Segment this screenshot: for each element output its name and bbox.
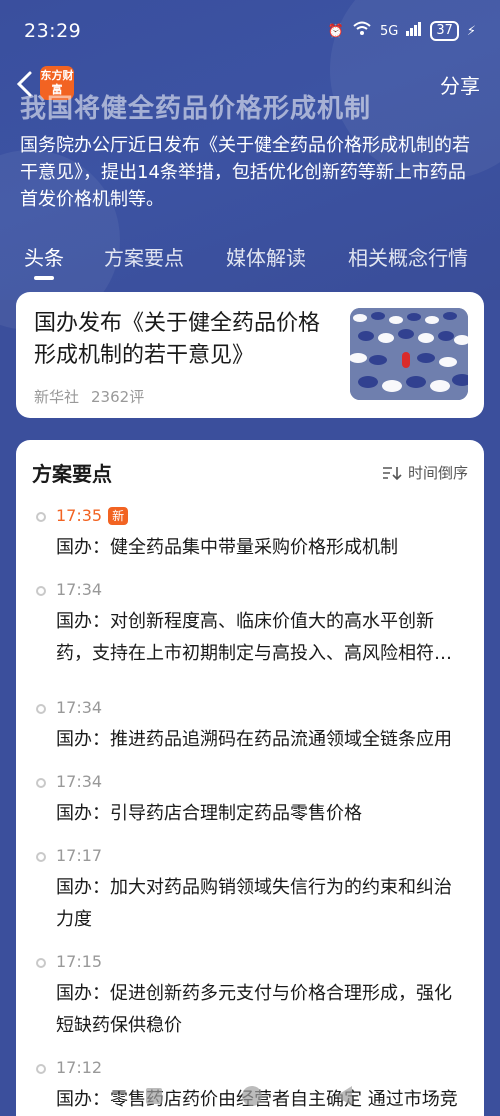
news-thumbnail[interactable] — [350, 308, 468, 400]
signal-label: 5G — [379, 23, 399, 39]
timeline-dot — [36, 586, 46, 596]
timeline-item[interactable]: 17:34 国办：推进药品追溯码在药品流通领域全链条应用 — [16, 694, 484, 758]
page-title: 我国将健全药品价格形成机制 — [20, 94, 372, 124]
signal-icon — [406, 22, 422, 40]
news-title[interactable]: 国办发布《关于健全药品价格形成机制的若干意见》 — [34, 308, 334, 372]
new-badge: 新 — [108, 507, 129, 525]
tab-active-indicator — [34, 276, 54, 280]
timeline-time: 17:34 — [56, 772, 103, 791]
status-time: 23:29 — [24, 20, 82, 42]
share-button[interactable]: 分享 — [440, 70, 480, 99]
status-icons: ⏰ 5G 37 ⚡ — [328, 21, 476, 41]
timeline-dot — [36, 852, 46, 862]
sort-icon — [382, 466, 402, 480]
timeline-list: 17:35 新 国办：健全药品集中带量采购价格形成机制 17:34 国办：对创新… — [16, 502, 484, 1116]
timeline-item[interactable]: 17:34 国办：引导药店合理制定药品零售价格 — [16, 768, 484, 832]
news-meta: 新华社 2362评 — [34, 386, 144, 407]
timeline-time: 17:15 — [56, 952, 103, 971]
news-card[interactable]: 国办发布《关于健全药品价格形成机制的若干意见》 新华社 2362评 — [16, 292, 484, 418]
timeline-text[interactable]: 国办：健全药品集中带量采购价格形成机制 — [56, 532, 468, 564]
timeline-time: 17:34 — [56, 698, 103, 717]
tab-key-points[interactable]: 方案要点 — [104, 242, 184, 271]
timeline-text[interactable]: 国办：加大对药品购销领域失信行为的约束和纠治力度 — [56, 872, 468, 936]
timeline-time: 17:34 — [56, 580, 103, 599]
charging-icon: ⚡ — [466, 23, 476, 39]
timeline-text[interactable]: 国办：引导药店合理制定药品零售价格 — [56, 798, 468, 830]
timeline-dot — [36, 1064, 46, 1074]
timeline-dot — [36, 704, 46, 714]
timeline-item[interactable]: 17:34 国办：对创新程度高、临床价值大的高水平创新药，支持在上市初期制定与高… — [16, 576, 484, 694]
timeline-dot — [36, 958, 46, 968]
tab-bar: 头条 方案要点 媒体解读 相关概念行情 — [0, 236, 500, 286]
timeline-time-row: 17:35 新 — [56, 502, 468, 530]
key-points-card: 方案要点 时间倒序 17:35 新 国办：健全药品集中带量采购价格形成机制 17… — [16, 440, 484, 1116]
tab-related-concepts[interactable]: 相关概念行情 — [348, 242, 468, 271]
timeline-time: 17:17 — [56, 846, 103, 865]
wifi-icon — [352, 21, 372, 41]
timeline-time: 17:35 — [56, 506, 103, 525]
key-points-title: 方案要点 — [32, 462, 112, 486]
timeline-dot — [36, 778, 46, 788]
timeline-time: 17:12 — [56, 1058, 103, 1077]
battery-indicator: 37 — [430, 21, 459, 41]
timeline-item[interactable]: 17:35 新 国办：健全药品集中带量采购价格形成机制 — [16, 502, 484, 566]
status-bar: 23:29 ⏰ 5G 37 ⚡ — [0, 0, 500, 62]
timeline-item[interactable]: 17:17 国办：加大对药品购销领域失信行为的约束和纠治力度 — [16, 842, 484, 938]
alarm-icon: ⏰ — [327, 23, 344, 39]
topic-summary: 国务院办公厅近日发布《关于健全药品价格形成机制的若干意见》，提出14条举措，包括… — [20, 135, 470, 210]
timeline-dot — [36, 512, 46, 522]
tab-headline[interactable]: 头条 — [24, 242, 64, 271]
timeline-text[interactable]: 国办：促进创新药多元支付与价格合理形成，强化短缺药保供稳价 — [56, 978, 468, 1042]
timeline-item[interactable]: 17:12 国办：零售药店药价由经营者自主确定 通过市场竞争形成 — [16, 1054, 484, 1116]
timeline-text[interactable]: 国办：零售药店药价由经营者自主确定 通过市场竞争形成 — [56, 1084, 468, 1116]
news-source: 新华社 — [34, 388, 80, 406]
sort-label: 时间倒序 — [407, 464, 468, 482]
news-comment-count: 2362评 — [91, 388, 145, 406]
timeline-item[interactable]: 17:15 国办：促进创新药多元支付与价格合理形成，强化短缺药保供稳价 — [16, 948, 484, 1044]
tab-media-analysis[interactable]: 媒体解读 — [226, 242, 306, 271]
sort-button[interactable]: 时间倒序 — [382, 462, 468, 483]
timeline-text[interactable]: 国办：推进药品追溯码在药品流通领域全链条应用 — [56, 724, 468, 756]
timeline-text[interactable]: 国办：对创新程度高、临床价值大的高水平创新药，支持在上市初期制定与高投入、高风险… — [56, 606, 468, 670]
